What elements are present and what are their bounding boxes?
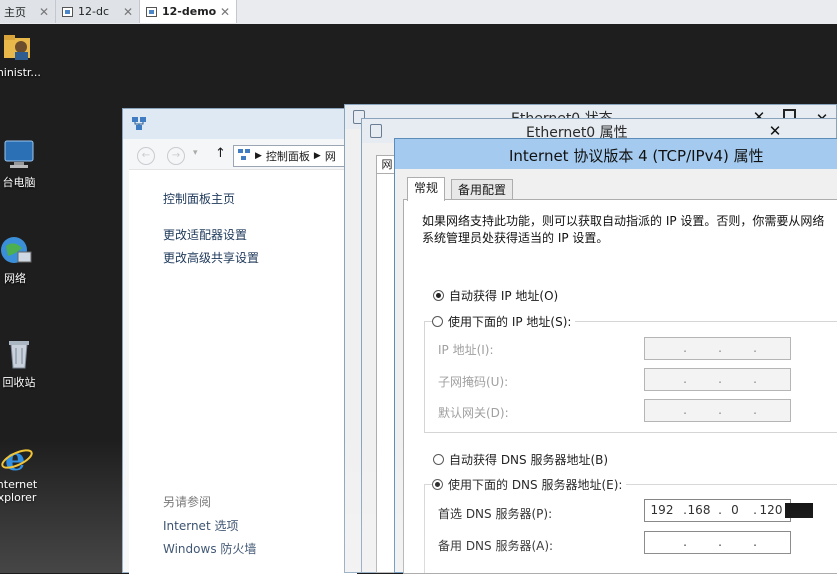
desktop-icon-label: 网络: [4, 272, 26, 285]
breadcrumb-next[interactable]: 网: [325, 148, 336, 164]
recycle-bin-icon: [2, 338, 36, 370]
tab-12-dc[interactable]: 12-dc ✕: [56, 0, 140, 23]
this-pc-icon: [2, 138, 36, 170]
text-caret: [785, 503, 813, 518]
default-gateway-label: 默认网关(D):: [438, 406, 509, 420]
network-adapter-icon: [370, 124, 382, 138]
network-center-icon: [131, 115, 147, 134]
back-arrow-icon[interactable]: ←: [137, 147, 155, 165]
tab-label: 主页: [4, 5, 26, 19]
radio-unchecked-icon: [433, 454, 444, 465]
control-panel-home-link[interactable]: 控制面板主页: [163, 190, 235, 207]
vm-tab-bar: 主页 ✕ 12-dc ✕ 12-demo ✕: [0, 0, 837, 25]
auto-ip-label: 自动获得 IP 地址(O): [449, 289, 559, 303]
ip-address-field: ...: [644, 337, 791, 360]
address-bar: ← → ▾ ↑ ▶ 控制面板 ▶ 网: [129, 145, 359, 167]
network-center-icon: [237, 148, 251, 165]
internet-options-link[interactable]: Internet 选项: [163, 517, 238, 534]
desktop-icon-network[interactable]: 网络: [0, 234, 46, 286]
tab-home[interactable]: 主页 ✕: [0, 0, 56, 23]
chevron-down-icon[interactable]: ▾: [193, 148, 198, 158]
auto-dns-radio[interactable]: 自动获得 DNS 服务器地址(B): [433, 451, 608, 468]
change-sharing-settings-link[interactable]: 更改高级共享设置: [163, 249, 259, 266]
desktop-icon-label: nternet: [0, 478, 38, 491]
manual-ip-label: 使用下面的 IP 地址(S):: [448, 315, 572, 329]
tab-alternate-configuration[interactable]: 备用配置: [451, 179, 514, 200]
preferred-dns-field[interactable]: 192 . 168 . 0 . 120: [644, 499, 813, 522]
radio-unchecked-icon: [432, 316, 443, 327]
network-icon: [0, 234, 32, 266]
desktop-icon-administrator[interactable]: ministr...: [0, 30, 48, 79]
control-panel-titlebar[interactable]: [123, 109, 357, 139]
manual-dns-radio[interactable]: 使用下面的 DNS 服务器地址(E):: [432, 476, 627, 493]
desktop-icon-label-line2: xplorer: [0, 491, 37, 504]
ipv4-description: 如果网络支持此功能，则可以获取自动指派的 IP 设置。否则，你需要从网络系统管理…: [422, 214, 825, 245]
default-gateway-field: ...: [644, 399, 791, 422]
dns-octet-1[interactable]: 192: [648, 503, 676, 517]
preferred-dns-label: 首选 DNS 服务器(P):: [438, 507, 553, 521]
desktop-icon-internet-explorer[interactable]: e nternet xplorer: [0, 440, 48, 504]
administrator-folder-icon: [0, 30, 34, 62]
internet-explorer-icon: e: [0, 440, 34, 478]
manual-dns-group: [424, 484, 837, 573]
subnet-mask-field: ...: [644, 368, 791, 391]
chevron-right-icon: ▶: [255, 151, 262, 161]
tab-general[interactable]: 常规: [407, 177, 446, 201]
up-arrow-icon[interactable]: ↑: [215, 146, 226, 161]
ipv4-titlebar[interactable]: Internet 协议版本 4 (TCP/IPv4) 属性: [395, 139, 837, 169]
vm-icon: [62, 6, 73, 17]
ip-address-label: IP 地址(I):: [438, 343, 494, 357]
forward-arrow-icon[interactable]: →: [167, 147, 185, 165]
desktop-icon-this-pc[interactable]: 台电脑: [0, 138, 50, 190]
radio-checked-icon: [432, 479, 443, 490]
desktop-icon-label: 回收站: [2, 376, 36, 389]
alternate-dns-field[interactable]: ...: [644, 531, 791, 554]
tab-12-demo[interactable]: 12-demo ✕: [140, 0, 237, 23]
radio-checked-icon: [433, 290, 444, 301]
ipv4-title: Internet 协议版本 4 (TCP/IPv4) 属性: [509, 147, 764, 165]
manual-dns-label: 使用下面的 DNS 服务器地址(E):: [448, 478, 623, 492]
desktop-icon-recycle-bin[interactable]: 回收站: [0, 338, 50, 390]
vm-icon: [146, 6, 157, 17]
alternate-dns-label: 备用 DNS 服务器(A):: [438, 539, 554, 553]
desktop-icon-label: ministr...: [0, 66, 41, 79]
tab-label: 12-demo: [162, 5, 217, 18]
close-icon[interactable]: ✕: [39, 5, 49, 19]
chevron-right-icon: ▶: [313, 151, 321, 161]
breadcrumb[interactable]: ▶ 控制面板 ▶ 网: [233, 145, 359, 167]
auto-dns-label: 自动获得 DNS 服务器地址(B): [449, 453, 609, 467]
auto-ip-radio[interactable]: 自动获得 IP 地址(O): [433, 287, 558, 304]
subnet-mask-label: 子网掩码(U):: [438, 375, 509, 389]
dns-octet-3[interactable]: 0: [721, 503, 749, 517]
control-panel-window: ← → ▾ ↑ ▶ 控制面板 ▶ 网 控制面板主页 更改适配器设置 更改高级共享…: [122, 108, 359, 574]
tab-label: 12-dc: [78, 5, 109, 18]
change-adapter-settings-link[interactable]: 更改适配器设置: [163, 226, 247, 243]
breadcrumb-control-panel[interactable]: 控制面板: [266, 148, 310, 164]
control-panel-sidebar: 控制面板主页 更改适配器设置 更改高级共享设置 另请参阅 Internet 选项…: [129, 169, 357, 574]
desktop-icon-label: 台电脑: [2, 176, 36, 189]
close-icon[interactable]: ✕: [220, 5, 230, 19]
see-also-heading: 另请参阅: [163, 495, 212, 509]
manual-ip-radio[interactable]: 使用下面的 IP 地址(S):: [432, 313, 576, 330]
windows-firewall-link[interactable]: Windows 防火墙: [163, 540, 256, 557]
dns-octet-2[interactable]: 168: [685, 503, 713, 517]
close-icon[interactable]: ✕: [123, 5, 133, 19]
dns-octet-4[interactable]: 120: [757, 503, 785, 517]
